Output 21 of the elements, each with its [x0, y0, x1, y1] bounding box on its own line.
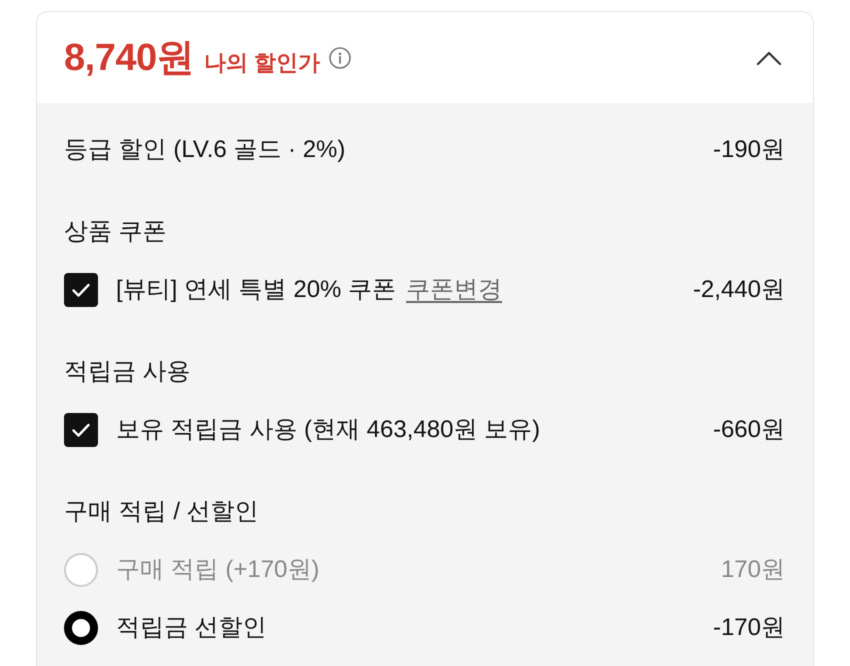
- discount-amount: -2,440원: [692, 275, 785, 305]
- section-heading: 상품 쿠폰: [64, 217, 168, 247]
- discount-amount: -190원: [712, 135, 785, 165]
- discount-amount: 170원: [720, 555, 785, 585]
- section-heading: 적립금 사용: [64, 357, 192, 387]
- option-label: [뷰티] 연세 특별 20% 쿠폰: [116, 275, 396, 305]
- info-icon[interactable]: [329, 46, 352, 68]
- discount-amount: -170원: [712, 613, 785, 643]
- radio-button[interactable]: [64, 611, 98, 645]
- option-label: 구매 적립 (+170원): [116, 555, 320, 585]
- price-label: 나의 할인가: [204, 49, 320, 77]
- discount-amount: -660원: [712, 415, 785, 445]
- section-heading: 구매 적립 / 선할인: [64, 497, 260, 527]
- option-label: 보유 적립금 사용 (현재 463,480원 보유): [116, 415, 540, 445]
- checkbox[interactable]: [64, 273, 98, 307]
- option-label: 등급 할인 (LV.6 골드 · 2%): [64, 135, 346, 165]
- chevron-up-icon[interactable]: [756, 50, 782, 66]
- option-label: 적립금 선할인: [116, 613, 267, 643]
- checkbox[interactable]: [64, 413, 98, 447]
- discounted-price: 8,740원: [64, 36, 194, 81]
- change-coupon-link[interactable]: 쿠폰변경: [406, 273, 502, 307]
